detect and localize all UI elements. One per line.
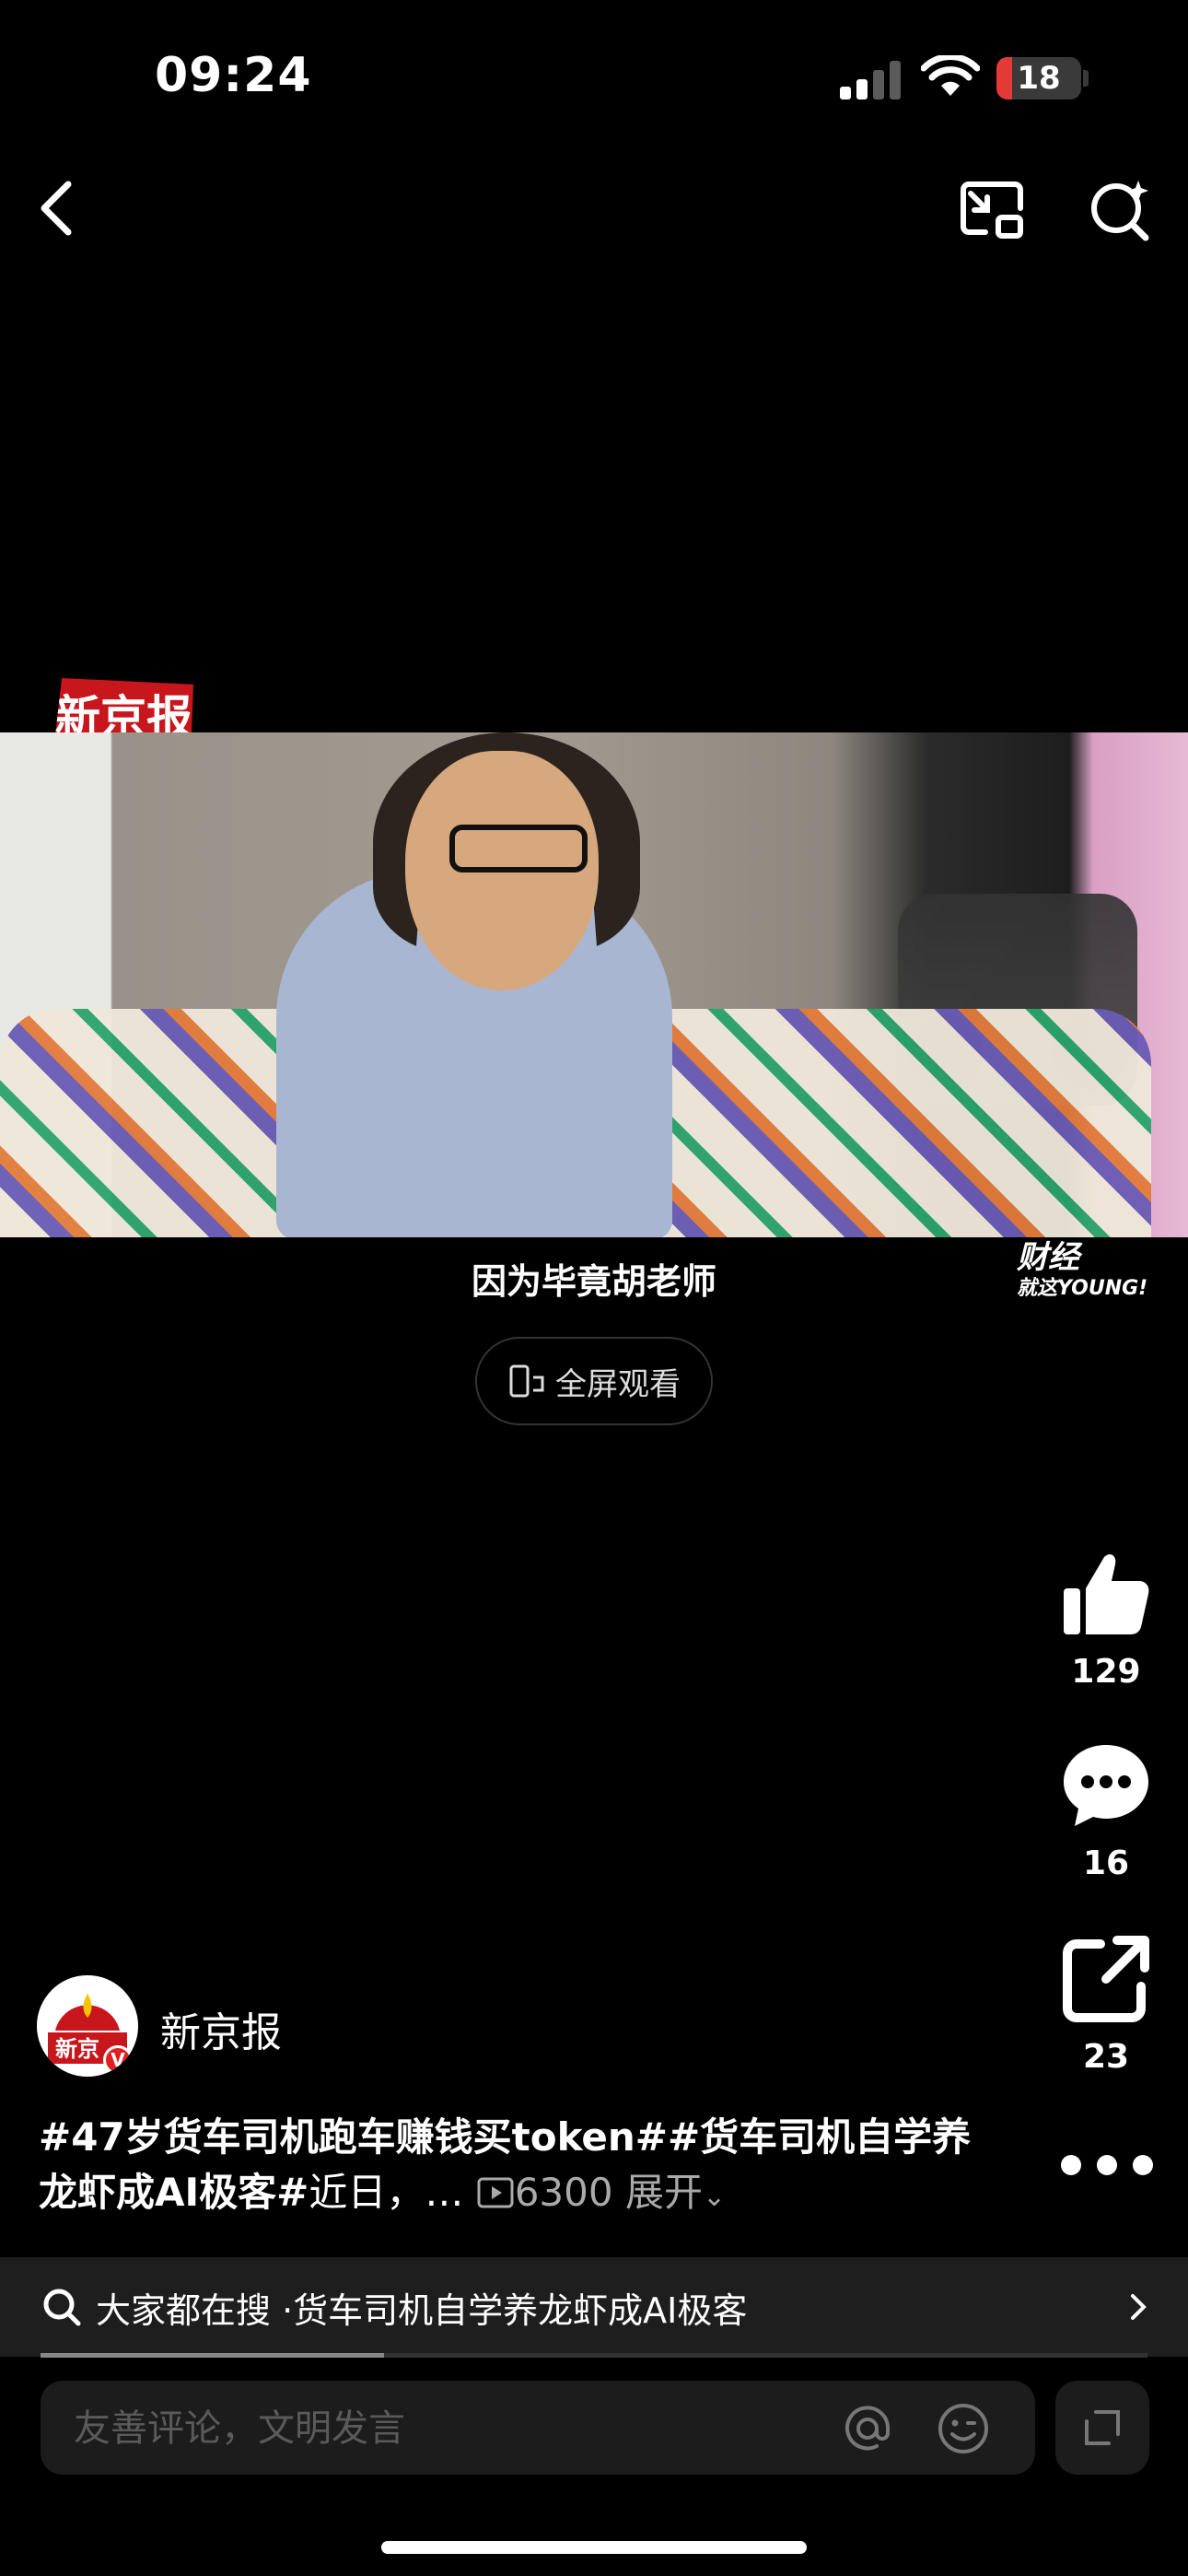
battery-icon: 18 bbox=[996, 57, 1081, 100]
expand-comment-button[interactable] bbox=[1055, 2381, 1149, 2475]
expand-label: 展开 bbox=[624, 2170, 703, 2215]
play-count-value: 6300 bbox=[514, 2170, 613, 2215]
status-time: 09:24 bbox=[155, 48, 312, 103]
description-text: 近日，… bbox=[309, 2170, 464, 2215]
search-suggestion-query: 货车司机自学养龙虾成AI极客 bbox=[293, 2289, 748, 2331]
caijing-logo-line1: 财经 bbox=[1017, 1239, 1079, 1276]
picture-in-picture-icon[interactable] bbox=[958, 179, 1028, 241]
cellular-signal-icon bbox=[840, 61, 903, 100]
author-name[interactable]: 新京报 bbox=[160, 1999, 282, 2058]
comment-action[interactable]: 16 bbox=[1046, 1739, 1166, 1882]
expand-corner-icon bbox=[1085, 2410, 1120, 2445]
avatar-text: 新京 bbox=[55, 2035, 99, 2062]
comment-input[interactable] bbox=[72, 2381, 812, 2476]
back-chevron-icon[interactable] bbox=[26, 175, 85, 241]
play-count: 6300 bbox=[476, 2170, 625, 2215]
emoji-icon[interactable] bbox=[936, 2401, 991, 2456]
author-avatar[interactable]: 新京 V bbox=[37, 1975, 138, 2077]
thumbs-up-icon bbox=[1064, 1554, 1149, 1634]
play-count-icon bbox=[477, 2177, 514, 2208]
expand-button[interactable]: 展开⌄ bbox=[625, 2170, 726, 2215]
search-suggestion-bar[interactable]: 大家都在搜 · 货车司机自学养龙虾成AI极客 bbox=[0, 2257, 1188, 2357]
share-count: 23 bbox=[1082, 2038, 1130, 2076]
share-action[interactable]: 23 bbox=[1046, 1933, 1166, 2076]
glasses-image bbox=[449, 825, 588, 872]
video-player[interactable] bbox=[0, 732, 1188, 1237]
chevron-down-icon: ⌄ bbox=[702, 2181, 727, 2213]
ai-search-icon[interactable] bbox=[1085, 175, 1155, 245]
comment-bubble-icon bbox=[1064, 1745, 1148, 1826]
fullscreen-label: 全屏观看 bbox=[555, 1365, 681, 1403]
caijing-logo-line2: 就这YOUNG! bbox=[1017, 1277, 1148, 1300]
search-icon bbox=[43, 2289, 81, 2326]
like-count: 129 bbox=[1071, 1653, 1141, 1691]
home-indicator[interactable] bbox=[381, 2541, 807, 2554]
share-icon bbox=[1063, 1936, 1149, 2022]
comment-input-box[interactable] bbox=[41, 2381, 1035, 2476]
video-description[interactable]: #47岁货车司机跑车赚钱买token##货车司机自学养龙虾成AI极客#近日，… … bbox=[39, 2110, 978, 2225]
video-subtitle: 因为毕竟胡老师 bbox=[471, 1261, 716, 1302]
caijing-young-logo: 财经 就这YOUNG! bbox=[1017, 1242, 1164, 1312]
comment-count: 16 bbox=[1082, 1844, 1130, 1882]
battery-percent: 18 bbox=[1017, 60, 1061, 97]
battery-tip bbox=[1083, 70, 1089, 87]
fullscreen-button[interactable]: 全屏观看 bbox=[475, 1337, 713, 1425]
like-action[interactable]: 129 bbox=[1046, 1548, 1166, 1691]
verified-badge: V bbox=[103, 2045, 133, 2075]
wifi-icon bbox=[921, 55, 980, 96]
chevron-right-icon bbox=[1131, 2294, 1147, 2320]
mention-at-icon[interactable] bbox=[840, 2401, 895, 2456]
video-progress-bar[interactable] bbox=[41, 2353, 1147, 2358]
more-options-icon[interactable] bbox=[1061, 2147, 1153, 2184]
rotate-phone-icon bbox=[509, 1364, 544, 1398]
search-suggestion-prefix: 大家都在搜 · bbox=[96, 2289, 294, 2331]
